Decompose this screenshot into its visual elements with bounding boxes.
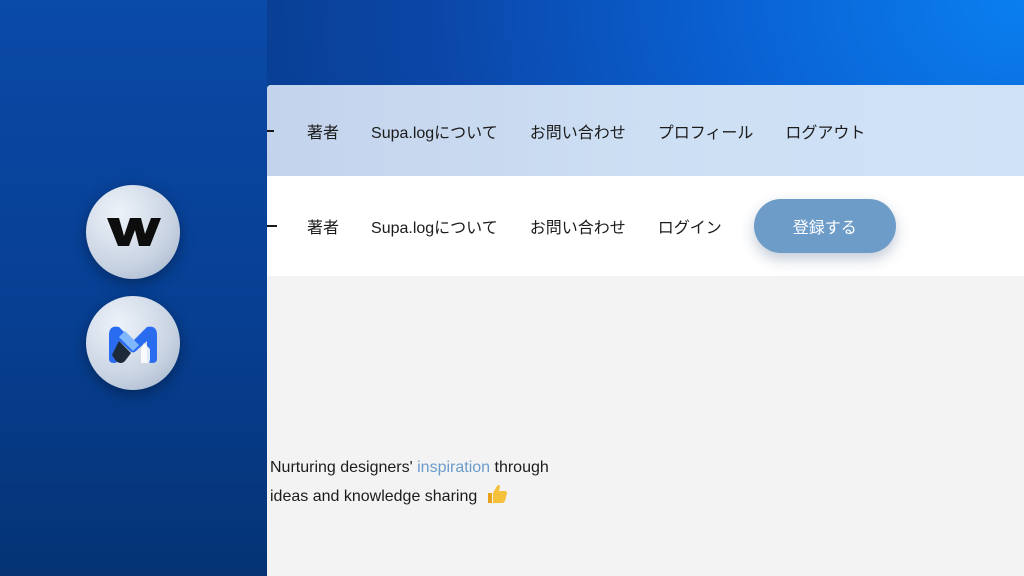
nav-about[interactable]: Supa.logについて	[371, 214, 498, 238]
logged-out-header: 著者 Supa.logについて お問い合わせ ログイン 登録する	[267, 176, 1024, 276]
nav-contact[interactable]: お問い合わせ	[530, 119, 626, 143]
webflow-logo-icon	[86, 185, 180, 279]
left-backdrop	[0, 0, 267, 576]
tagline-text: through	[490, 459, 549, 476]
logged-in-header: 著者 Supa.logについて お問い合わせ プロフィール ログアウト	[267, 85, 1024, 176]
nav-about[interactable]: Supa.logについて	[371, 119, 498, 143]
nav-authors[interactable]: 著者	[307, 214, 339, 238]
tagline-text: ideas and knowledge sharing	[270, 488, 478, 505]
tagline-accent: inspiration	[417, 459, 491, 476]
thumbs-up-icon	[486, 484, 508, 514]
nav-contact[interactable]: お問い合わせ	[530, 214, 626, 238]
nav-logout[interactable]: ログアウト	[785, 119, 865, 143]
website-preview-panel: 著者 Supa.logについて お問い合わせ プロフィール ログアウト 著者 S…	[267, 85, 1024, 576]
nav-profile[interactable]: プロフィール	[658, 119, 754, 143]
nav-authors[interactable]: 著者	[307, 119, 339, 143]
tagline-line-2: ideas and knowledge sharing	[270, 482, 549, 514]
memberstack-logo-icon	[86, 296, 180, 390]
tagline-line-1: Nurturing designers' inspiration through	[270, 453, 549, 482]
nav-divider	[267, 225, 277, 227]
nav-login[interactable]: ログイン	[658, 214, 722, 238]
signup-button[interactable]: 登録する	[753, 199, 896, 253]
hero-tagline: Nurturing designers' inspiration through…	[270, 453, 549, 514]
nav-divider	[267, 129, 274, 132]
tagline-text: Nurturing designers'	[270, 459, 418, 476]
